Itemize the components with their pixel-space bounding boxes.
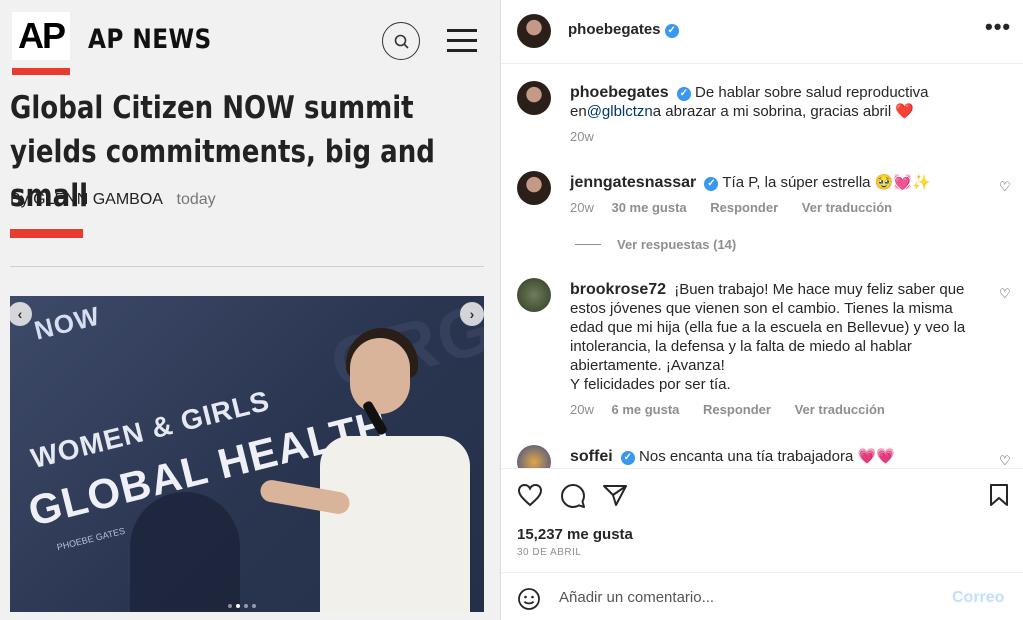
article-byline: By GLENN GAMBOA today bbox=[10, 191, 216, 209]
article-date: today bbox=[176, 191, 216, 208]
likes-count[interactable]: 15,237 me gusta bbox=[517, 526, 633, 543]
search-button[interactable] bbox=[382, 22, 420, 60]
save-bookmark-icon[interactable] bbox=[989, 483, 1009, 507]
caption-text: phoebegates ✓ De hablar sobre salud repr… bbox=[570, 83, 970, 121]
comment-meta: 20w 6 me gusta Responder Ver traducción bbox=[570, 402, 885, 417]
comment-bar: Correo bbox=[501, 572, 1023, 620]
carousel-next-icon[interactable]: › bbox=[460, 302, 484, 326]
view-replies-label: Ver respuestas (14) bbox=[617, 237, 737, 252]
caption-age: 20w bbox=[570, 129, 594, 144]
caption-username[interactable]: phoebegates bbox=[570, 84, 669, 101]
verified-badge-icon: ✓ bbox=[664, 24, 679, 38]
caption-body-end: a abrazar a mi sobrina, gracias abril ❤️ bbox=[652, 103, 915, 120]
verified-badge-icon: ✓ bbox=[620, 451, 635, 465]
comment-username[interactable]: brookrose72 bbox=[570, 281, 666, 298]
avatar[interactable] bbox=[517, 171, 551, 205]
translate-button[interactable]: Ver traducción bbox=[795, 402, 885, 417]
ap-brand-name[interactable]: AP NEWS bbox=[88, 24, 212, 55]
like-heart-icon[interactable] bbox=[517, 483, 543, 507]
comments-feed[interactable]: phoebegates ✓ De hablar sobre salud repr… bbox=[501, 64, 1023, 468]
carousel-dots[interactable] bbox=[228, 604, 256, 608]
ap-logo-mark: AP bbox=[12, 12, 70, 60]
post-comment-button[interactable]: Correo bbox=[952, 589, 1004, 607]
ap-logo[interactable]: AP bbox=[12, 12, 70, 75]
post-date: 30 DE ABRIL bbox=[517, 547, 582, 558]
avatar[interactable] bbox=[517, 14, 551, 48]
like-comment-heart-icon[interactable]: ♡ bbox=[999, 454, 1013, 468]
comment-likes[interactable]: 30 me gusta bbox=[611, 200, 686, 215]
comment-text: jenngatesnassar ✓ Tía P, la súper estrel… bbox=[570, 173, 990, 192]
view-replies-button[interactable]: Ver respuestas (14) bbox=[575, 237, 736, 252]
comment-meta: 20w 30 me gusta Responder Ver traducción bbox=[570, 200, 892, 215]
article-photo[interactable]: ORG NOW WOMEN & GIRLS GLOBAL HEALTH PHOE… bbox=[10, 296, 484, 612]
event-logo: NOW bbox=[31, 300, 104, 346]
reply-button[interactable]: Responder bbox=[710, 200, 778, 215]
avatar[interactable] bbox=[517, 278, 551, 312]
header-username[interactable]: phoebegates ✓ bbox=[568, 21, 679, 38]
comment-likes[interactable]: 6 me gusta bbox=[611, 402, 679, 417]
reply-button[interactable]: Responder bbox=[703, 402, 771, 417]
comment-text: soffei ✓ Nos encanta una tía trabajadora… bbox=[570, 447, 990, 466]
accent-bar bbox=[10, 229, 83, 238]
byline-prefix: By bbox=[10, 191, 29, 208]
avatar[interactable] bbox=[517, 81, 551, 115]
author-name[interactable]: GLENN GAMBOA bbox=[33, 191, 162, 208]
post-actions: 15,237 me gusta 30 DE ABRIL bbox=[501, 468, 1023, 572]
verified-badge-icon: ✓ bbox=[704, 177, 719, 191]
comment-username[interactable]: jenngatesnassar bbox=[570, 174, 696, 191]
comment-icon[interactable] bbox=[560, 483, 586, 509]
comment-age: 20w bbox=[570, 402, 594, 417]
post-header: phoebegates ✓ ••• bbox=[501, 0, 1023, 64]
comment-age: 20w bbox=[570, 200, 594, 215]
ap-news-panel: AP AP NEWS Global Citizen NOW summit yie… bbox=[0, 0, 500, 620]
verified-badge-icon: ✓ bbox=[676, 87, 691, 101]
comment-input[interactable] bbox=[559, 586, 939, 608]
header-username-text: phoebegates bbox=[568, 21, 661, 38]
replies-line bbox=[575, 244, 601, 245]
avatar[interactable] bbox=[517, 445, 551, 468]
speaker-head bbox=[350, 338, 410, 414]
mention-link[interactable]: @glblctzn bbox=[587, 103, 653, 120]
comment-body-line2: Y felicidades por ser tía. bbox=[570, 376, 731, 393]
speaker-figure bbox=[320, 436, 470, 612]
search-icon bbox=[394, 34, 409, 49]
translate-button[interactable]: Ver traducción bbox=[802, 200, 892, 215]
capitol-dome-graphic bbox=[130, 492, 240, 612]
hamburger-menu-icon[interactable] bbox=[447, 29, 477, 53]
carousel-prev-icon[interactable]: ‹ bbox=[8, 302, 32, 326]
speaker-nameplate: PHOEBE GATES bbox=[55, 525, 127, 553]
carousel-dot[interactable] bbox=[236, 604, 240, 608]
like-comment-heart-icon[interactable]: ♡ bbox=[999, 287, 1013, 301]
comment-username[interactable]: soffei bbox=[570, 448, 613, 465]
more-options-icon[interactable]: ••• bbox=[985, 14, 1011, 40]
ap-logo-underline bbox=[12, 68, 70, 75]
emoji-icon[interactable] bbox=[517, 587, 541, 611]
divider bbox=[10, 266, 484, 267]
share-paper-plane-icon[interactable] bbox=[602, 483, 628, 507]
instagram-panel: phoebegates ✓ ••• phoebegates ✓ De habla… bbox=[500, 0, 1023, 620]
carousel-dot[interactable] bbox=[244, 604, 248, 608]
comment-body: Tía P, la súper estrella 🥹💓✨ bbox=[722, 174, 931, 191]
like-comment-heart-icon[interactable]: ♡ bbox=[999, 180, 1013, 194]
comment-text: brookrose72 ¡Buen trabajo! Me hace muy f… bbox=[570, 280, 985, 394]
comment-body: Nos encanta una tía trabajadora 💗💗 bbox=[639, 448, 895, 465]
carousel-dot[interactable] bbox=[228, 604, 232, 608]
carousel-dot[interactable] bbox=[252, 604, 256, 608]
